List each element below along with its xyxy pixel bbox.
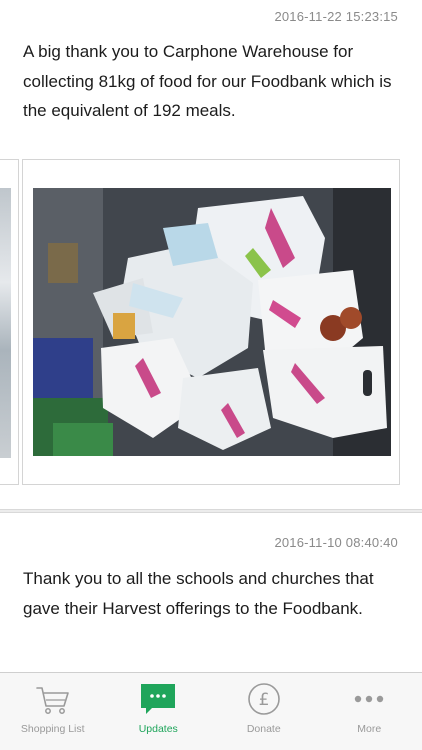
tab-more[interactable]: More bbox=[317, 673, 422, 750]
chat-bubble-icon bbox=[141, 684, 176, 714]
update-card: 2016-11-10 08:40:40 Thank you to all the… bbox=[0, 512, 422, 672]
shopping-cart-icon bbox=[35, 687, 69, 714]
tab-donate[interactable]: £ Donate bbox=[211, 673, 317, 750]
tab-updates[interactable]: Updates bbox=[106, 673, 212, 750]
post-text: A big thank you to Carphone Warehouse fo… bbox=[23, 42, 392, 120]
bottom-tab-bar: Shopping List Updates £ Donate More bbox=[0, 672, 422, 750]
svg-text:£: £ bbox=[258, 690, 269, 710]
food-donation-photo[interactable] bbox=[33, 188, 391, 456]
update-card: 2016-11-22 15:23:15 A big thank you to C… bbox=[0, 0, 422, 510]
photo-carousel[interactable] bbox=[0, 159, 422, 487]
post-text: Thank you to all the schools and churche… bbox=[23, 569, 374, 618]
more-dots-icon bbox=[355, 695, 384, 703]
post-timestamp: 2016-11-22 15:23:15 bbox=[274, 9, 398, 24]
previous-photo-card[interactable] bbox=[0, 159, 19, 485]
updates-feed[interactable]: 2016-11-22 15:23:15 A big thank you to C… bbox=[0, 0, 422, 672]
tab-label: Donate bbox=[246, 723, 281, 735]
previous-photo bbox=[0, 188, 11, 458]
tab-label: More bbox=[357, 723, 382, 735]
donation-bags-image bbox=[33, 188, 391, 456]
post-timestamp: 2016-11-10 08:40:40 bbox=[274, 535, 398, 550]
pound-coin-icon: £ bbox=[247, 683, 280, 715]
tab-label: Shopping List bbox=[20, 723, 85, 735]
photo-card[interactable] bbox=[22, 159, 400, 485]
tab-shopping-list[interactable]: Shopping List bbox=[0, 673, 106, 750]
tab-label: Updates bbox=[138, 723, 178, 735]
